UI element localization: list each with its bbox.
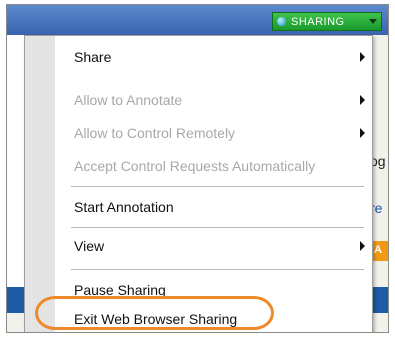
menu-item-allow-to-annotate[interactable]: Allow to Annotate [55, 85, 372, 115]
menu-separator [71, 186, 364, 187]
screenshot-frame: SHARING og re A Share Allow to Annotate … [6, 4, 389, 333]
background-chip-text: A [374, 244, 382, 256]
globe-icon [277, 17, 286, 26]
menu-item-view[interactable]: View [55, 231, 372, 261]
menu-item-accept-control-requests[interactable]: Accept Control Requests Automatically [55, 151, 372, 181]
chevron-down-icon[interactable] [369, 19, 377, 24]
submenu-arrow-icon [360, 241, 365, 251]
menu-item-label: Allow to Control Remotely [74, 125, 236, 141]
submenu-arrow-icon [360, 95, 365, 105]
menu-item-label: Allow to Annotate [74, 92, 183, 108]
menu-item-label: Accept Control Requests Automatically [74, 158, 316, 174]
menu-item-label: Share [74, 49, 112, 65]
menu-item-label: View [74, 238, 105, 254]
menu-separator [71, 227, 364, 228]
menu-separator [71, 269, 364, 270]
menu-item-start-annotation[interactable]: Start Annotation [55, 192, 372, 222]
sharing-context-menu: Share Allow to Annotate Allow to Control… [24, 35, 373, 332]
sharing-label: SHARING [291, 15, 345, 28]
menu-item-share[interactable]: Share [55, 42, 372, 72]
submenu-arrow-icon [360, 52, 365, 62]
highlight-annotation-ring [35, 296, 274, 330]
menu-item-label: Start Annotation [74, 199, 174, 215]
background-chip: A [371, 241, 388, 261]
menu-item-allow-to-control-remotely[interactable]: Allow to Control Remotely [55, 118, 372, 148]
submenu-arrow-icon [360, 128, 365, 138]
menu-icon-gutter [25, 36, 55, 332]
sharing-indicator-button[interactable]: SHARING [272, 12, 382, 31]
